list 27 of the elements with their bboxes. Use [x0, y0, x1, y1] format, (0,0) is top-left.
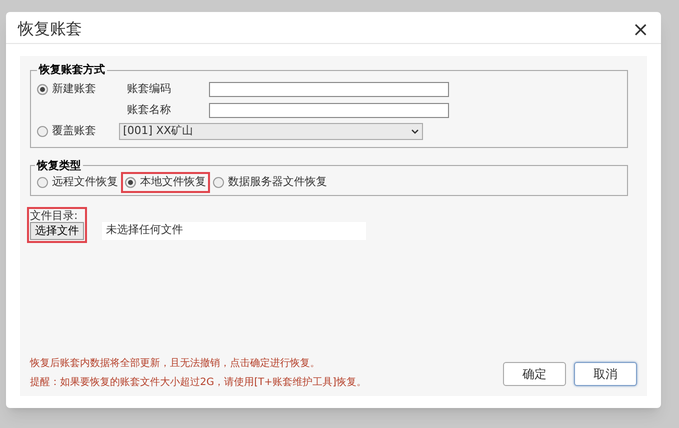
input-field[interactable] [209, 82, 449, 96]
radio-button[interactable] [37, 84, 48, 94]
dialog-button[interactable]: 确定 [503, 362, 566, 386]
warning-note: 提醒：如果要恢复的账套文件大小超过2G，请使用[T+账套维护工具]恢复。 [30, 376, 366, 390]
radio-option[interactable]: 本地文件恢复 [123, 174, 208, 190]
field-label: 账套编码 [126, 80, 172, 97]
file-status: 未选择任何文件 [105, 222, 183, 238]
radio-label: 覆盖账套 [52, 123, 96, 140]
account-dropdown[interactable]: [001] XX矿山 [119, 123, 423, 140]
window-title: 恢复账套 [18, 18, 82, 40]
radio-button[interactable] [37, 176, 48, 188]
radio-option[interactable]: 远程文件恢复 [35, 174, 120, 190]
field-label: 文件目录: [30, 210, 79, 222]
dialog-button[interactable]: 取消 [574, 362, 637, 386]
input-field[interactable] [209, 102, 449, 118]
close-button[interactable]: × [632, 18, 649, 38]
field-label: 账套名称 [126, 102, 172, 118]
choose-file-button[interactable]: 选择文件 [30, 222, 84, 240]
group-legend: 恢复类型 [35, 158, 83, 174]
radio-option[interactable]: 数据服务器文件恢复 [211, 174, 329, 190]
group-legend: 恢复账套方式 [37, 62, 107, 78]
radio-button[interactable] [125, 176, 136, 188]
warning-note: 恢复后账套内数据将全部更新，且无法撤销，点击确定进行恢复。 [30, 356, 321, 371]
radio-button[interactable] [213, 176, 224, 188]
chevron-down-icon [411, 129, 419, 134]
radio-button[interactable] [37, 126, 48, 137]
radio-label: 新建账套 [52, 80, 96, 97]
